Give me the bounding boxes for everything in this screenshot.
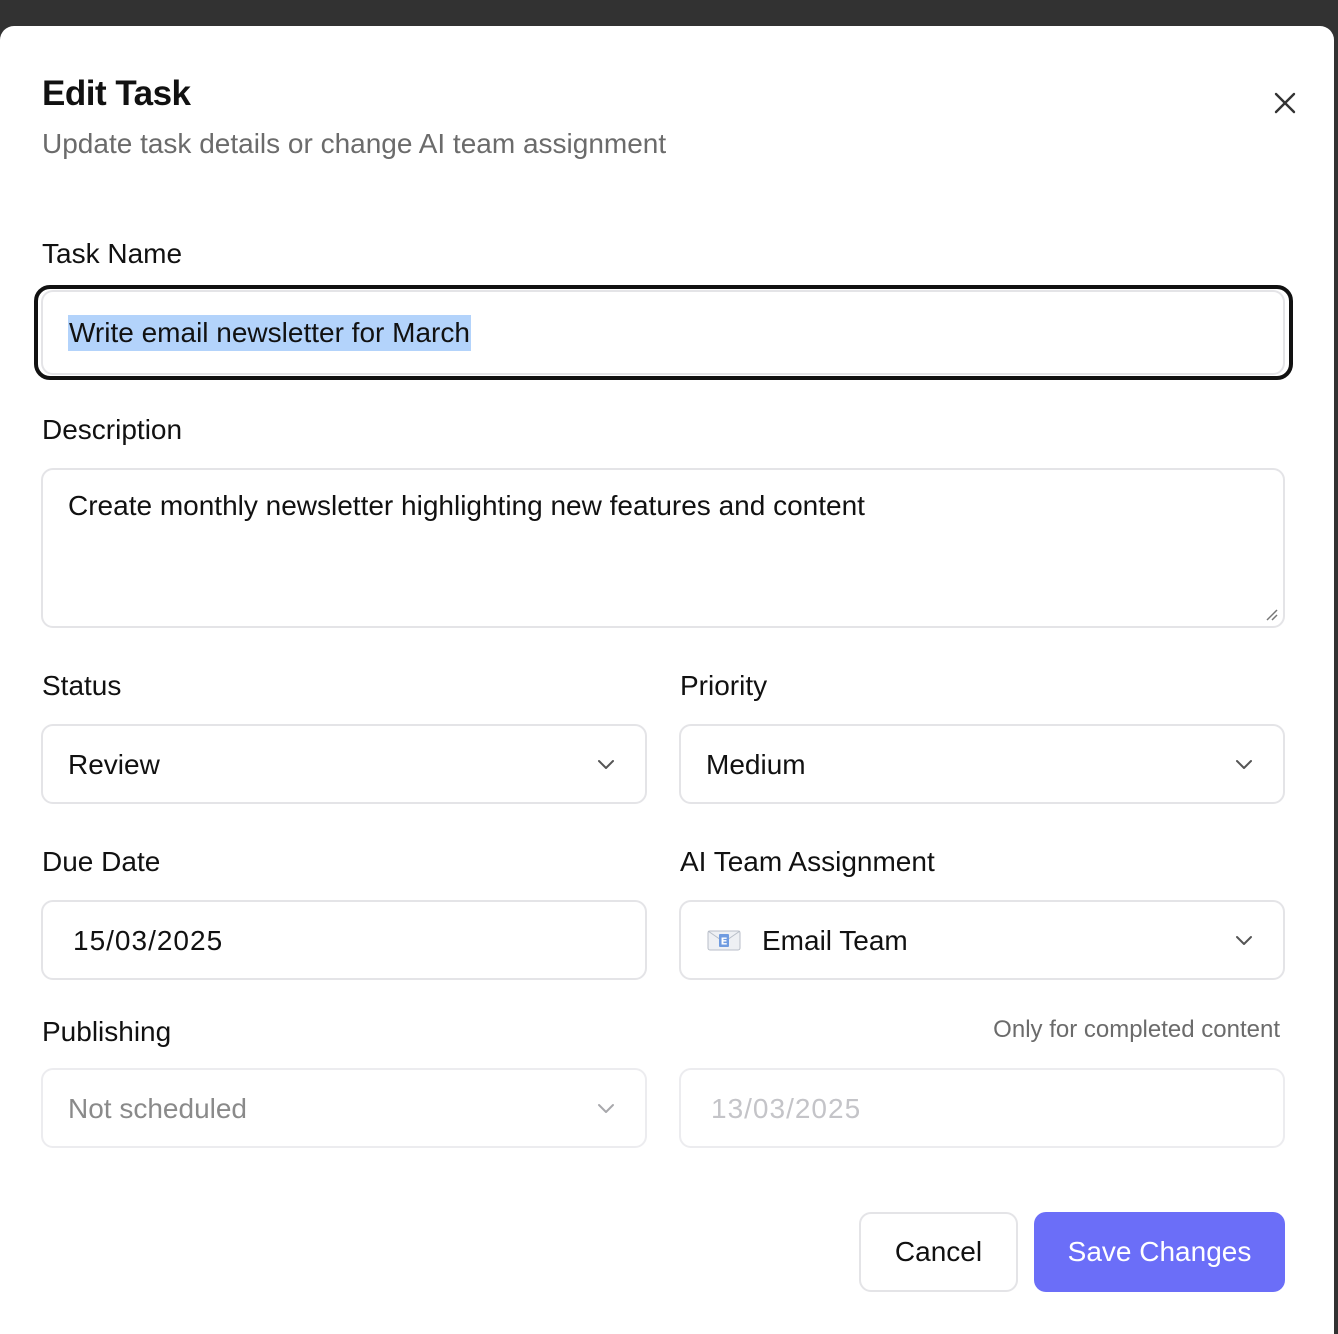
ai-team-value: Email Team <box>762 925 908 956</box>
ai-team-select[interactable]: E Email Team <box>679 900 1285 980</box>
priority-label: Priority <box>680 670 768 701</box>
ai-team-label: AI Team Assignment <box>680 846 935 877</box>
publish-date-input[interactable]: 13/03/2025 <box>679 1068 1285 1148</box>
publishing-hint: Only for completed content <box>993 1016 1280 1043</box>
publish-date-value: 13/03/2025 <box>711 1093 862 1124</box>
description-textarea[interactable]: Create monthly newsletter highlighting n… <box>41 468 1285 628</box>
status-label: Status <box>42 670 122 701</box>
status-select[interactable]: Review <box>41 724 647 804</box>
email-envelope-icon: E <box>707 930 741 951</box>
publishing-label: Publishing <box>42 1016 172 1047</box>
publishing-select[interactable]: Not scheduled <box>41 1068 647 1148</box>
chevron-down-icon <box>1236 760 1252 769</box>
dialog-subtitle: Update task details or change AI team as… <box>42 128 667 159</box>
task-name-value: Write email newsletter for March <box>68 315 471 351</box>
close-icon <box>1274 92 1296 114</box>
close-button[interactable] <box>1268 86 1302 120</box>
cancel-button[interactable]: Cancel <box>859 1212 1018 1292</box>
priority-select[interactable]: Medium <box>679 724 1285 804</box>
due-date-input[interactable]: 15/03/2025 <box>41 900 647 980</box>
task-name-input[interactable]: Write email newsletter for March <box>41 290 1285 375</box>
priority-value: Medium <box>706 749 806 780</box>
chevron-down-icon <box>1236 936 1252 945</box>
dialog-title: Edit Task <box>42 74 191 113</box>
status-value: Review <box>68 749 160 780</box>
task-name-label: Task Name <box>42 238 183 269</box>
due-date-label: Due Date <box>42 846 161 877</box>
description-value: Create monthly newsletter highlighting n… <box>68 490 865 521</box>
chevron-down-icon <box>598 1104 614 1113</box>
edit-task-dialog: Edit Task Update task details or change … <box>0 26 1334 1334</box>
resize-handle-icon[interactable] <box>1263 606 1279 622</box>
chevron-down-icon <box>598 760 614 769</box>
publishing-value: Not scheduled <box>68 1093 248 1124</box>
description-label: Description <box>42 414 183 445</box>
svg-text:E: E <box>721 937 728 948</box>
save-changes-button[interactable]: Save Changes <box>1034 1212 1285 1292</box>
due-date-value: 15/03/2025 <box>73 925 224 956</box>
